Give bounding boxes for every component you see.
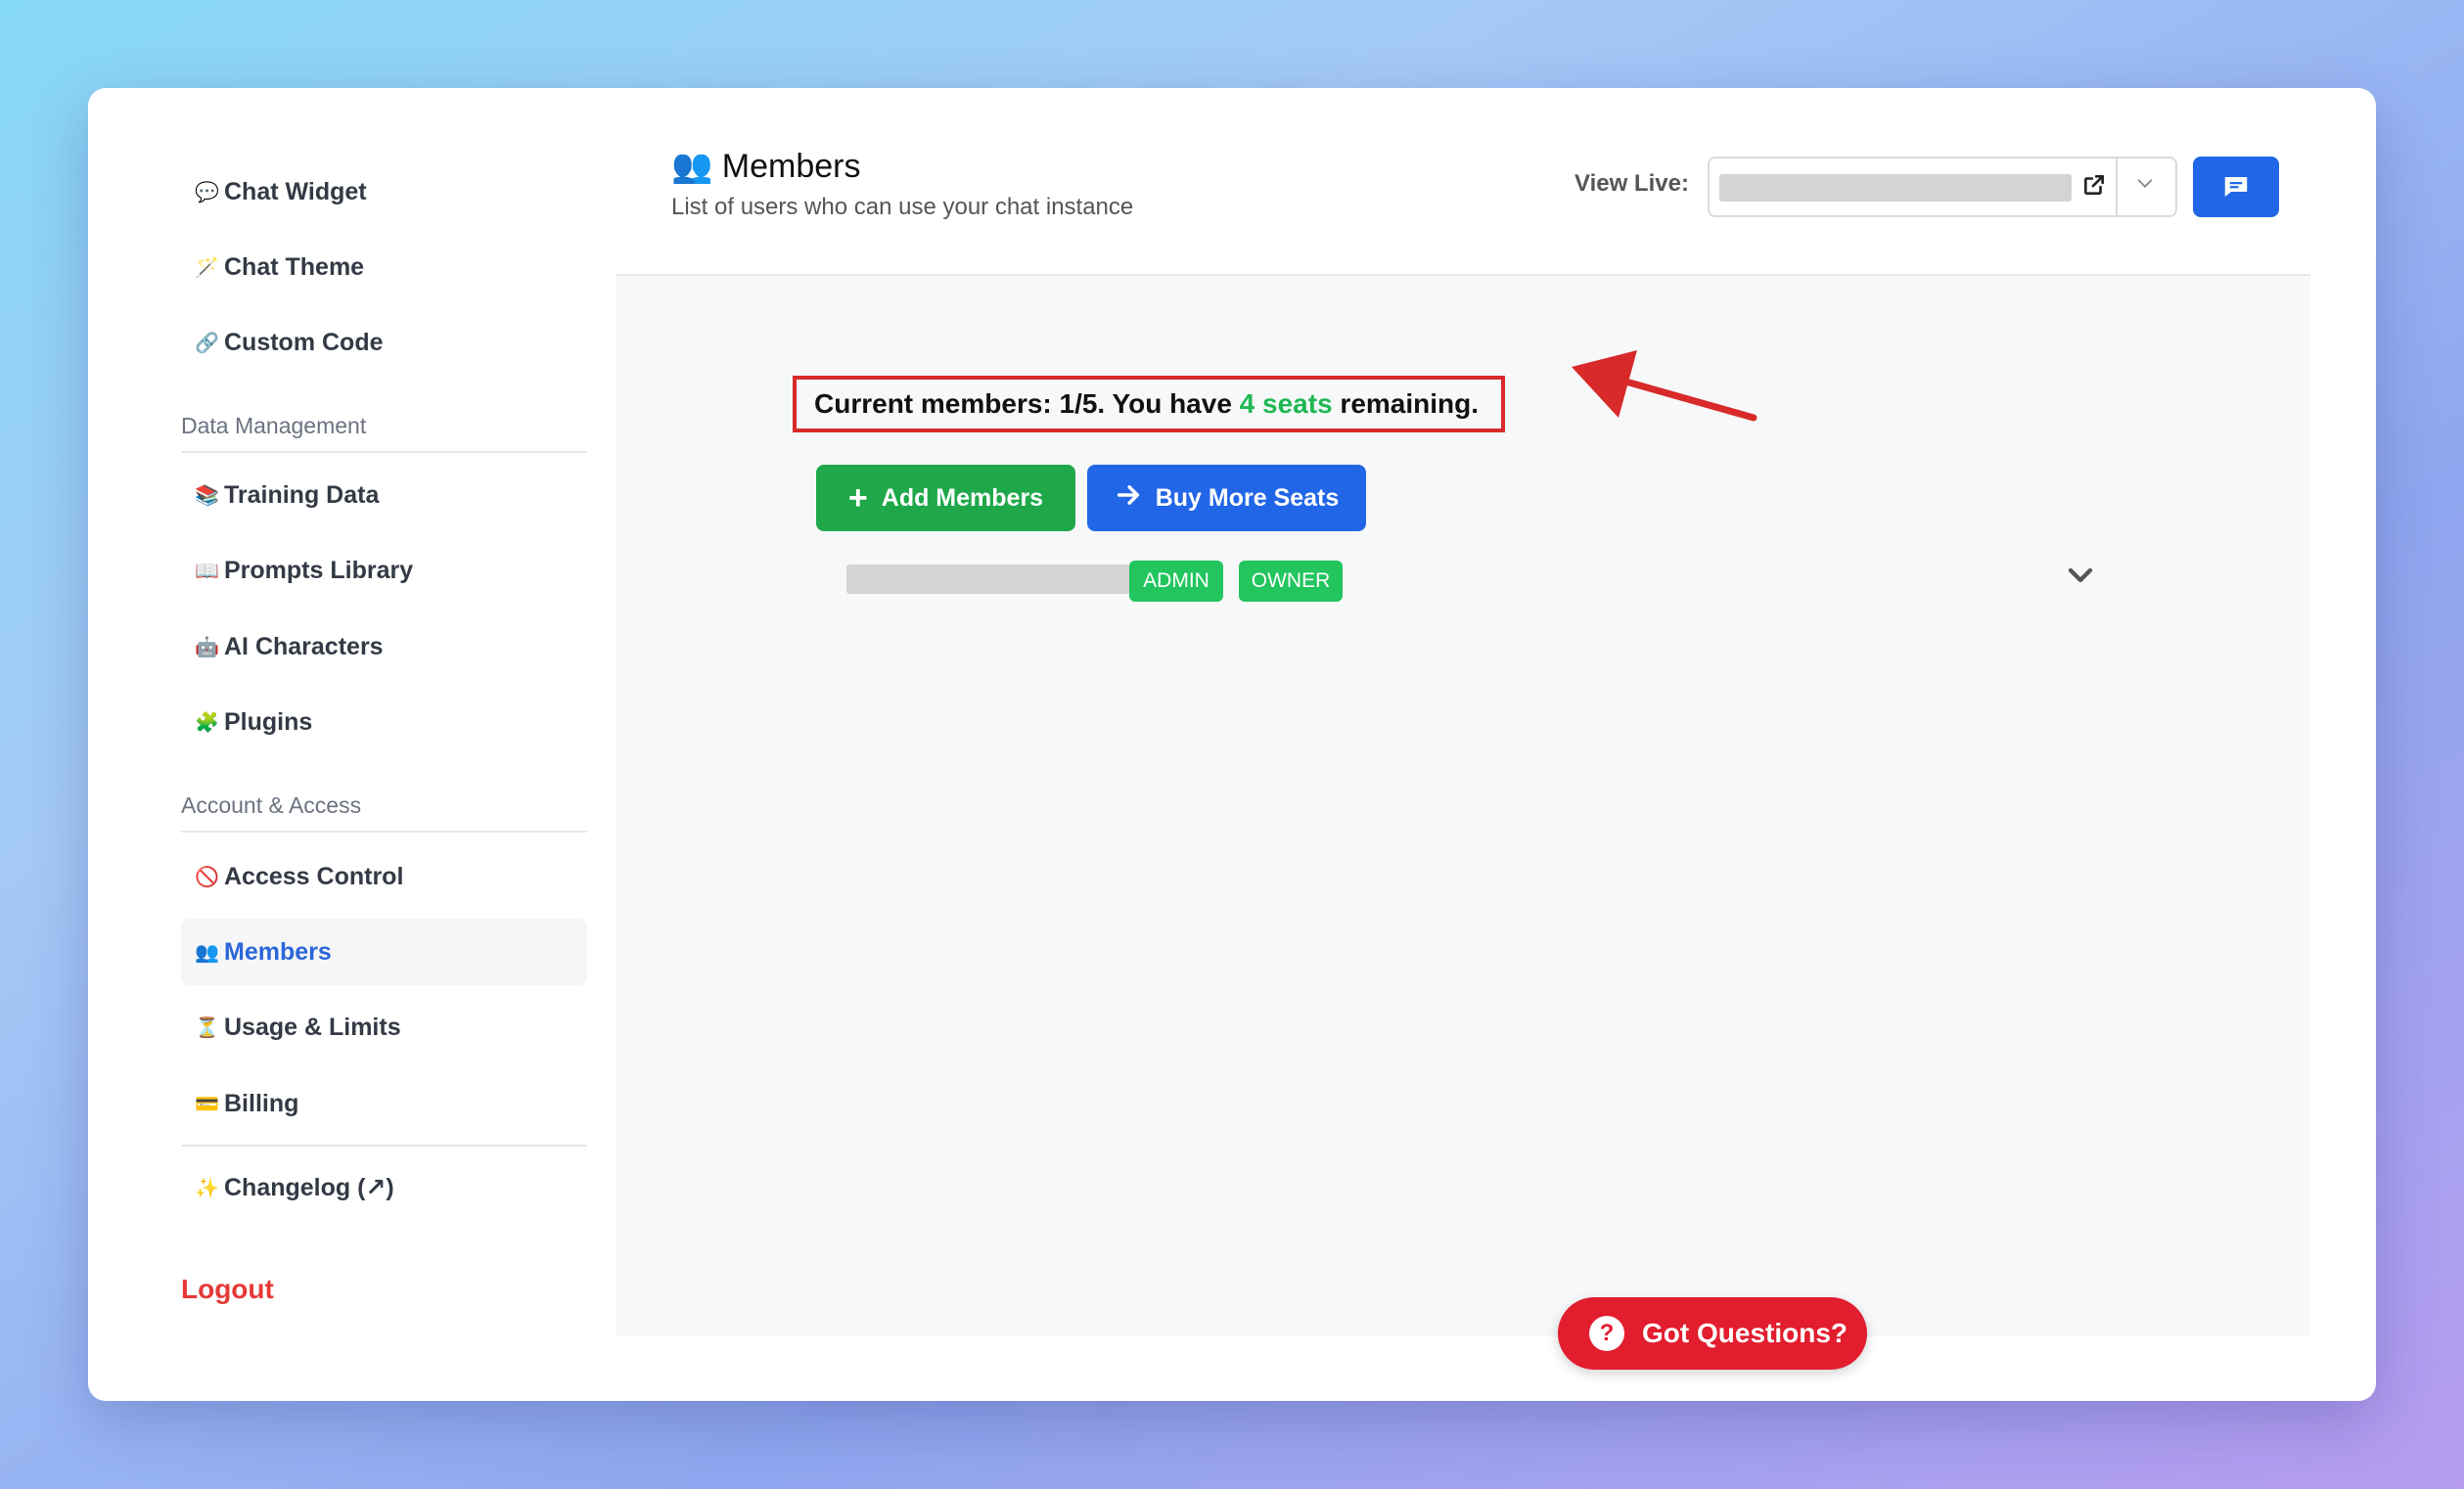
chat-message-icon <box>2224 177 2248 197</box>
sidebar-item-label: Chat Widget <box>224 177 367 205</box>
role-badge-admin: ADMIN <box>1129 561 1223 602</box>
sidebar-item-label: Members <box>224 937 332 966</box>
books-icon: 📚 <box>195 484 219 507</box>
hourglass-icon: ⏳ <box>195 1016 219 1039</box>
sidebar-item-chat-widget[interactable]: 💬 Chat Widget <box>181 158 587 225</box>
chevron-down-icon[interactable] <box>2130 172 2160 200</box>
users-icon: 👥 <box>195 941 219 964</box>
sidebar-item-label: Chat Theme <box>224 252 365 281</box>
section-heading-account-access: Account & Access <box>181 792 587 833</box>
page-title: 👥 Members <box>671 147 861 186</box>
members-summary-suffix: remaining. <box>1332 388 1480 419</box>
got-questions-button[interactable]: ? Got Questions? <box>1558 1297 1867 1370</box>
open-chat-button[interactable] <box>2193 157 2279 217</box>
external-link-icon[interactable] <box>2079 172 2109 202</box>
sidebar-item-label: Prompts Library <box>224 556 414 584</box>
members-content: Current members: 1/5. You have 4 seats r… <box>616 276 2310 1336</box>
buy-more-seats-label: Buy More Seats <box>1155 483 1340 512</box>
sidebar-item-label: Access Control <box>224 862 404 890</box>
role-badge-owner: OWNER <box>1239 561 1343 602</box>
add-members-label: Add Members <box>881 483 1044 512</box>
sidebar-item-label: Training Data <box>224 480 380 509</box>
got-questions-label: Got Questions? <box>1642 1318 1848 1348</box>
sidebar: 💬 Chat Widget 🪄 Chat Theme 🔗 Custom Code… <box>127 127 653 1336</box>
sidebar-item-label: Billing <box>224 1089 299 1117</box>
redacted-member-email <box>846 564 1130 594</box>
sidebar-item-members[interactable]: 👥 Members <box>181 919 587 985</box>
chevron-down-icon[interactable] <box>2061 556 2100 595</box>
app-window: 💬 Chat Widget 🪄 Chat Theme 🔗 Custom Code… <box>88 88 2376 1401</box>
sidebar-item-label: AI Characters <box>224 632 384 660</box>
members-summary-prefix: Current members: 1/5. You have <box>814 388 1240 419</box>
page-title-text: Members <box>721 148 861 185</box>
sidebar-item-ai-characters[interactable]: 🤖 AI Characters <box>181 613 587 680</box>
page-subtitle: List of users who can use your chat inst… <box>671 194 1134 220</box>
puzzle-icon: 🧩 <box>195 711 219 734</box>
section-heading-data-management: Data Management <box>181 413 587 453</box>
main-panel: 👥 Members List of users who can use your… <box>616 127 2310 1336</box>
view-live-label: View Live: <box>1574 170 1689 197</box>
sidebar-item-label: Usage & Limits <box>224 1013 401 1041</box>
sidebar-item-prompts-library[interactable]: 📖 Prompts Library <box>181 537 587 604</box>
add-members-button[interactable]: + Add Members <box>816 465 1075 531</box>
page-header: 👥 Members List of users who can use your… <box>616 127 2310 276</box>
sparkles-icon: ✨ <box>195 1177 219 1199</box>
sidebar-item-chat-theme[interactable]: 🪄 Chat Theme <box>181 234 587 300</box>
seats-remaining: 4 seats <box>1239 388 1333 419</box>
question-icon: ? <box>1589 1316 1624 1351</box>
sidebar-item-access-control[interactable]: 🚫 Access Control <box>181 843 587 910</box>
sidebar-item-training-data[interactable]: 📚 Training Data <box>181 462 587 528</box>
users-icon: 👥 <box>671 148 713 185</box>
buy-more-seats-button[interactable]: Buy More Seats <box>1087 465 1366 531</box>
sidebar-item-custom-code[interactable]: 🔗 Custom Code <box>181 309 587 376</box>
credit-card-icon: 💳 <box>195 1093 219 1115</box>
chat-bubble-icon: 💬 <box>195 181 219 203</box>
magic-wand-icon: 🪄 <box>195 256 219 279</box>
redacted-url <box>1719 174 2072 202</box>
open-book-icon: 📖 <box>195 560 219 582</box>
sidebar-item-label: Changelog (↗) <box>224 1174 394 1201</box>
view-live-url-select[interactable] <box>1708 157 2177 217</box>
sidebar-item-plugins[interactable]: 🧩 Plugins <box>181 689 587 755</box>
sidebar-item-billing[interactable]: 💳 Billing <box>181 1070 587 1137</box>
prohibited-icon: 🚫 <box>195 866 219 888</box>
sidebar-item-changelog[interactable]: ✨ Changelog (↗) <box>181 1154 587 1221</box>
sidebar-item-label: Custom Code <box>224 328 384 356</box>
sidebar-item-usage-limits[interactable]: ⏳ Usage & Limits <box>181 994 587 1060</box>
members-summary: Current members: 1/5. You have 4 seats r… <box>793 376 1505 432</box>
link-icon: 🔗 <box>195 332 219 354</box>
plus-icon: + <box>847 479 868 517</box>
logout-link[interactable]: Logout <box>181 1274 274 1305</box>
arrow-right-icon <box>1115 481 1142 515</box>
robot-icon: 🤖 <box>195 636 219 658</box>
sidebar-divider <box>181 1145 587 1147</box>
select-separator <box>2116 158 2118 215</box>
sidebar-item-label: Plugins <box>224 707 313 736</box>
